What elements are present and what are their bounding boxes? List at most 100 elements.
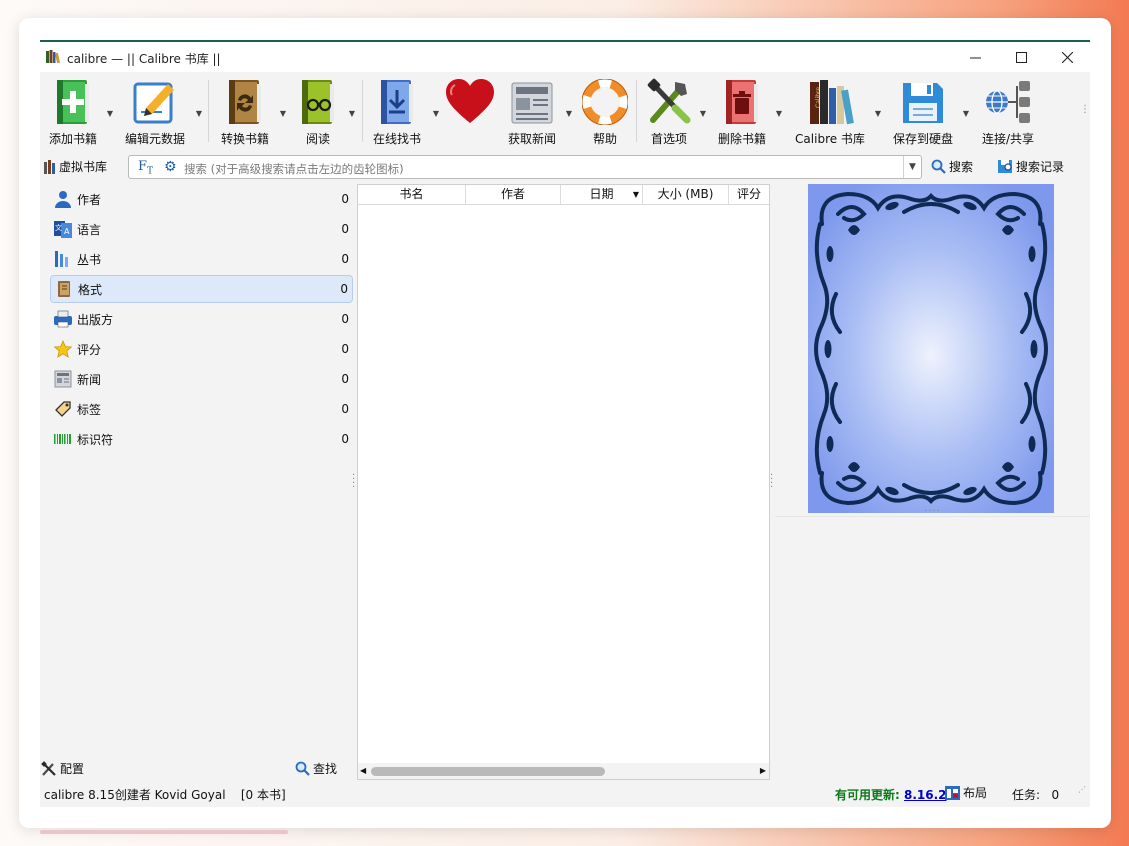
column-header-author[interactable]: 作者 (466, 185, 561, 204)
chevron-down-icon[interactable]: ▼ (774, 108, 784, 118)
tag-browser-item-languages[interactable]: A文 语言 0 (50, 215, 353, 243)
toolbar-label: 帮助 (592, 132, 617, 146)
scrollbar-thumb[interactable] (371, 767, 605, 776)
book-cover-preview (808, 184, 1054, 513)
barcode-icon (53, 433, 73, 445)
svg-text:文: 文 (55, 223, 62, 232)
tag-count: 0 (341, 252, 349, 266)
tag-count: 0 (341, 402, 349, 416)
tag-browser-item-rating[interactable]: 评分 0 (50, 335, 353, 363)
tag-browser-item-news[interactable]: 新闻 0 (50, 365, 353, 393)
toolbar-choose-library[interactable]: Calibre Calibre 书库 (790, 76, 870, 148)
configure-tools-icon (41, 760, 56, 776)
virtual-library-icon (44, 159, 55, 174)
star-icon (54, 340, 72, 358)
window-title: calibre — || Calibre 书库 || (67, 52, 221, 66)
chevron-down-icon[interactable]: ▼ (873, 108, 883, 118)
book-list-table[interactable]: 书名 作者 日期 ▼ 大小 (MB) 评分 ◀ ▶ (357, 184, 770, 780)
chevron-down-icon[interactable]: ▼ (698, 108, 708, 118)
minimize-button[interactable] (952, 44, 998, 70)
toolbar-edit-metadata[interactable]: 编辑元数据 (122, 76, 188, 148)
cover-splitter-handle[interactable]: ···· (924, 507, 941, 517)
toolbar-remove-books[interactable]: 删除书籍 (714, 76, 770, 148)
tag-count: 0 (341, 342, 349, 356)
decorative-accent-bar (40, 830, 288, 834)
format-icon (58, 281, 70, 297)
chevron-down-icon[interactable]: ▼ (105, 108, 115, 118)
resize-grip[interactable]: ⋰ (1078, 786, 1086, 794)
layout-button[interactable]: 布局 (945, 784, 987, 801)
jobs-indicator[interactable]: 任务: 0 (1012, 786, 1059, 803)
chevron-down-icon[interactable]: ▼ (278, 108, 288, 118)
column-header-rating[interactable]: 评分 (729, 185, 769, 204)
toolbar-separator (636, 80, 637, 142)
tag-browser-item-authors[interactable]: 作者 0 (50, 185, 353, 213)
full-text-search-icon[interactable]: FT (138, 159, 153, 177)
chevron-down-icon[interactable]: ▼ (347, 108, 357, 118)
scroll-right-icon[interactable]: ▶ (760, 766, 766, 775)
left-splitter-handle[interactable]: · · · · (352, 471, 355, 493)
find-button[interactable]: 查找 (295, 760, 337, 777)
tag-count: 0 (340, 282, 348, 296)
search-input[interactable]: FT ⚙ 搜索 (对于高级搜索请点击左边的齿轮图标) ▼ (128, 155, 922, 179)
svg-text:A: A (64, 227, 70, 236)
scroll-left-icon[interactable]: ◀ (360, 766, 366, 775)
publisher-icon (54, 310, 72, 328)
toolbar-fetch-news[interactable]: 获取新闻 (504, 76, 560, 148)
default-cover-image (808, 184, 1054, 513)
saved-searches-button[interactable]: 搜索记录 (997, 158, 1064, 175)
chevron-down-icon[interactable]: ▼ (431, 108, 441, 118)
tag-count: 0 (341, 432, 349, 446)
tag-browser-footer: 配置 查找 (40, 758, 354, 780)
toolbar-add-books[interactable]: 添加书籍 (45, 76, 101, 148)
series-icon (55, 251, 68, 267)
right-splitter-handle[interactable]: · · · · (770, 471, 773, 493)
toolbar-get-books[interactable]: 在线找书 (370, 76, 424, 148)
toolbar-label: 转换书籍 (220, 132, 269, 146)
column-header-date-label: 日期 (589, 187, 614, 201)
tag-browser: 作者 0 A文 语言 0 丛书 0 格式 0 出版方 0 评分 0 新闻 0 标… (40, 184, 354, 762)
tag-label: 语言 (77, 222, 102, 237)
chevron-down-icon[interactable]: ▼ (194, 108, 204, 118)
tag-browser-item-identifiers[interactable]: 标识符 0 (50, 425, 353, 453)
toolbar-convert-books[interactable]: 转换书籍 (215, 76, 275, 148)
tag-browser-item-series[interactable]: 丛书 0 (50, 245, 353, 273)
toolbar-label: 连接/共享 (981, 132, 1035, 146)
update-version-link[interactable]: 8.16.2 (904, 788, 947, 802)
search-button[interactable]: 搜索 (931, 158, 973, 175)
toolbar-view-book[interactable]: 阅读 (293, 76, 343, 148)
read-book-icon (302, 80, 334, 124)
close-button[interactable] (1044, 44, 1090, 70)
help-lifebuoy-icon (582, 79, 628, 125)
configure-button[interactable]: 配置 (41, 760, 84, 777)
chevron-down-icon[interactable]: ▼ (961, 108, 971, 118)
toolbar-connect-share[interactable]: 连接/共享 (978, 76, 1038, 148)
column-header-size[interactable]: 大小 (MB) (643, 185, 729, 204)
book-list-header: 书名 作者 日期 ▼ 大小 (MB) 评分 (358, 185, 769, 205)
toolbar-save-to-disk[interactable]: 保存到硬盘 (890, 76, 956, 148)
language-icon: A文 (54, 221, 72, 238)
search-icon (931, 159, 946, 174)
column-header-date[interactable]: 日期 ▼ (561, 185, 643, 204)
toolbar-overflow-handle[interactable]: ⋮ (1080, 105, 1090, 115)
saved-searches-label: 搜索记录 (1016, 160, 1065, 174)
search-icon (295, 761, 310, 776)
search-history-dropdown[interactable]: ▼ (903, 156, 921, 178)
toolbar-preferences[interactable]: 首选项 (642, 76, 696, 148)
toolbar-donate[interactable] (445, 76, 495, 148)
virtual-library-button[interactable]: 虚拟书库 (44, 158, 107, 175)
version-text: calibre 8.15创建者 Kovid Goyal (44, 788, 226, 802)
maximize-button[interactable] (998, 44, 1044, 70)
tag-browser-item-tags[interactable]: 标签 0 (50, 395, 353, 423)
gear-icon[interactable]: ⚙ (164, 159, 177, 175)
search-placeholder: 搜索 (对于高级搜索请点击左边的齿轮图标) (184, 162, 404, 176)
update-label: 有可用更新: (835, 788, 900, 802)
main-toolbar: 添加书籍 ▼ 编辑元数据 ▼ 转换书籍 ▼ 阅读 ▼ 在线找书 ▼ 获取新闻 ▼… (40, 72, 1090, 150)
chevron-down-icon[interactable]: ▼ (564, 108, 574, 118)
tag-browser-item-publishers[interactable]: 出版方 0 (50, 305, 353, 333)
toolbar-help[interactable]: 帮助 (580, 76, 630, 148)
tag-count: 0 (341, 222, 349, 236)
tag-browser-item-formats[interactable]: 格式 0 (50, 275, 353, 303)
column-header-title[interactable]: 书名 (358, 185, 466, 204)
horizontal-scrollbar[interactable]: ◀ ▶ (358, 763, 769, 779)
